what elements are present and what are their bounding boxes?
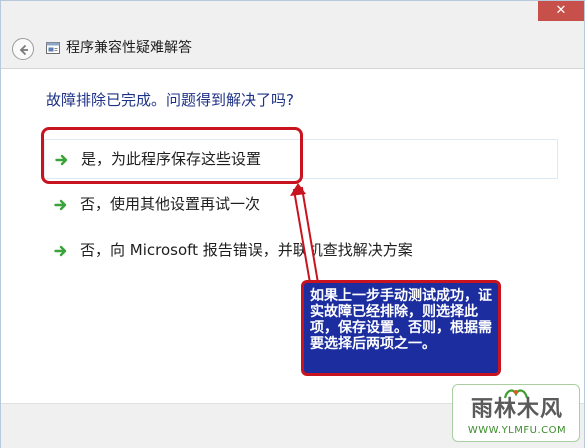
pointer-arrowhead: [290, 183, 306, 196]
watermark-name: 雨林木风: [470, 397, 563, 422]
watermark-url: WWW.YLMFU.COM: [467, 425, 567, 436]
pointer-arrow: [292, 186, 320, 284]
annotation-pointer: [290, 183, 320, 284]
site-watermark: 雨林木风 WWW.YLMFU.COM: [452, 384, 580, 442]
annotation-callout: 如果上一步手动测试成功，证实故障已经排除，则选择此项，保存设置。否则，根据需要选…: [301, 280, 501, 376]
callout-text: 如果上一步手动测试成功，证实故障已经排除，则选择此项，保存设置。否则，根据需要选…: [310, 288, 492, 352]
